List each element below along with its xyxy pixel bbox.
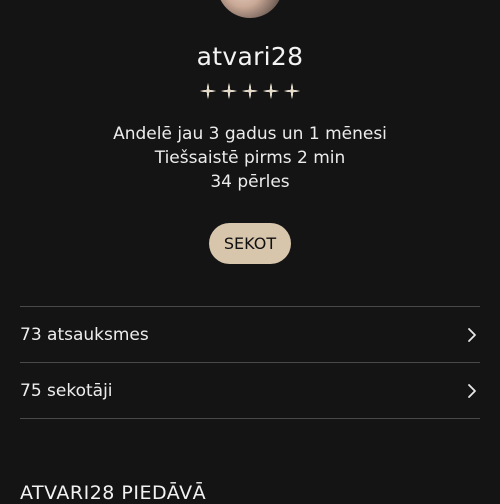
profile-info: Andelē jau 3 gadus un 1 mēnesi Tiešsaist… — [0, 122, 500, 194]
divider — [20, 418, 480, 419]
star-icon — [220, 82, 238, 100]
pearls-count-text: 34 pērles — [210, 172, 290, 192]
member-since-text: Andelē jau 3 gadus un 1 mēnesi — [113, 124, 387, 144]
follow-button[interactable]: SEKOT — [209, 223, 291, 264]
avatar[interactable] — [217, 0, 283, 18]
username: atvari28 — [196, 42, 304, 71]
star-icon — [241, 82, 259, 100]
section-title: ATVARI28 PIEDĀVĀ — [20, 482, 207, 504]
rating-stars — [0, 82, 500, 102]
chevron-right-icon — [468, 383, 476, 398]
followers-link[interactable]: 75 sekotāji — [20, 363, 480, 418]
reviews-label: 73 atsauksmes — [20, 324, 149, 345]
star-icon — [199, 82, 217, 100]
last-online-text: Tiešsaistē pirms 2 min — [154, 148, 346, 168]
followers-label: 75 sekotāji — [20, 380, 113, 401]
star-icon — [283, 82, 301, 100]
chevron-right-icon — [468, 327, 476, 342]
reviews-link[interactable]: 73 atsauksmes — [20, 307, 480, 362]
star-icon — [262, 82, 280, 100]
